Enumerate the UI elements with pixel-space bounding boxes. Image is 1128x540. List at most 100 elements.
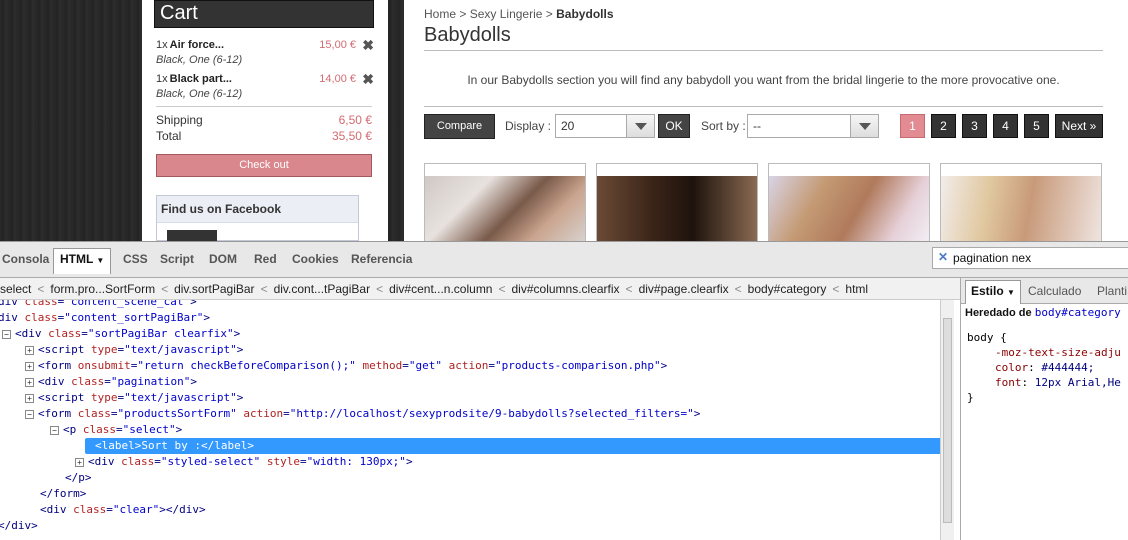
chevron-down-icon[interactable]: ▼	[96, 256, 104, 265]
tab-calculado[interactable]: Calculado	[1028, 284, 1081, 298]
page-2-button[interactable]: 2	[931, 114, 956, 138]
collapse-icon[interactable]: −	[50, 426, 59, 435]
remove-item-icon[interactable]: ✖	[360, 72, 374, 86]
facebook-thumbnail	[167, 230, 217, 241]
total-label: Total	[156, 129, 182, 143]
ok-button[interactable]: OK	[658, 114, 690, 138]
page-3-button[interactable]: 3	[962, 114, 987, 138]
sortby-label: Sort by :	[701, 119, 746, 133]
expand-icon[interactable]: +	[25, 362, 34, 371]
divider	[424, 50, 1103, 51]
checkout-button[interactable]: Check out	[156, 154, 372, 177]
path-item[interactable]: html	[845, 282, 868, 296]
css-property[interactable]: -moz-text-size-adju	[967, 345, 1121, 360]
tree-node[interactable]: + <div class="pagination">	[25, 374, 197, 390]
path-item[interactable]: select	[0, 282, 31, 296]
product-image[interactable]	[425, 176, 585, 241]
expand-icon[interactable]: +	[25, 394, 34, 403]
breadcrumb-sep: >	[459, 7, 467, 21]
tree-scrollbar[interactable]	[940, 300, 954, 540]
path-item[interactable]: div#columns.clearfix	[512, 282, 620, 296]
display-value: 20	[561, 119, 575, 133]
shipping-row: Shipping 6,50 €	[156, 113, 372, 127]
cart-item-name[interactable]: Black part...	[170, 73, 312, 85]
chevron-down-icon[interactable]	[850, 115, 878, 137]
compare-button[interactable]: Compare	[424, 114, 495, 139]
display-label: Display :	[505, 119, 552, 133]
collapse-icon[interactable]: −	[2, 330, 11, 339]
expand-icon[interactable]: +	[25, 378, 34, 387]
tree-node[interactable]: </p>	[50, 470, 92, 486]
product-image[interactable]	[941, 176, 1101, 241]
search-value: pagination nex	[953, 251, 1032, 265]
css-property[interactable]: color: #444444;	[967, 360, 1121, 375]
tab-script[interactable]: Script	[160, 252, 194, 266]
tree-node[interactable]: − <div class="sortPagiBar clearfix">	[2, 326, 240, 342]
tree-node[interactable]: + <form onsubmit="return checkBeforeCompa…	[25, 358, 667, 374]
tree-node[interactable]: + <script type="text/javascript">	[25, 342, 243, 358]
path-item[interactable]: div#page.clearfix	[639, 282, 729, 296]
tab-plantilla[interactable]: Planti	[1097, 284, 1127, 298]
breadcrumb-category[interactable]: Sexy Lingerie	[470, 7, 543, 21]
tree-node[interactable]: <div class="clear"></div>	[25, 502, 206, 518]
product-image[interactable]	[597, 176, 757, 241]
expand-icon[interactable]: +	[75, 458, 84, 467]
scrollbar-thumb[interactable]	[943, 318, 952, 523]
product-card[interactable]	[596, 163, 758, 241]
html-tree: div class="content_scene_cat"> div class=…	[0, 300, 940, 540]
expand-icon[interactable]: +	[25, 346, 34, 355]
tab-estilo[interactable]: Estilo ▼	[965, 280, 1021, 304]
chevron-down-icon[interactable]: ▼	[1007, 288, 1015, 297]
cart-item: 1x Air force... 15,00 € ✖ Black, One (6-…	[156, 38, 374, 66]
path-item[interactable]: body#category	[748, 282, 827, 296]
css-selector[interactable]: body {	[967, 330, 1121, 345]
path-item[interactable]: div.cont...tPagiBar	[274, 282, 371, 296]
cart-title: Cart	[154, 0, 374, 28]
product-card[interactable]	[768, 163, 930, 241]
path-item[interactable]: div#cent...n.column	[389, 282, 492, 296]
next-page-button[interactable]: Next »	[1055, 114, 1103, 138]
tree-node[interactable]: div class="content_sortPagiBar">	[0, 310, 210, 326]
tab-dom[interactable]: DOM	[209, 252, 237, 266]
tree-node[interactable]: + <script type="text/javascript">	[25, 390, 243, 406]
product-card[interactable]	[424, 163, 586, 241]
css-property[interactable]: font: 12px Arial,He	[967, 375, 1121, 390]
product-image[interactable]	[769, 176, 929, 241]
tree-node[interactable]: − <form class="productsSortForm" action="…	[25, 406, 700, 422]
inherited-ref-link[interactable]: body#category	[1035, 306, 1121, 319]
path-item[interactable]: div.sortPagiBar	[174, 282, 254, 296]
tab-html[interactable]: HTML ▼	[53, 248, 112, 274]
product-card[interactable]	[940, 163, 1102, 241]
tree-node[interactable]: div class="content_scene_cat">	[0, 300, 197, 310]
tab-consola[interactable]: Consola	[2, 252, 49, 266]
page-5-button[interactable]: 5	[1024, 114, 1049, 138]
cart-item-name[interactable]: Air force...	[170, 39, 312, 51]
collapse-icon[interactable]: −	[25, 410, 34, 419]
inherited-from: Heredado de body#category	[965, 306, 1121, 319]
search-input[interactable]: ✕ pagination nex	[932, 247, 1128, 269]
remove-item-icon[interactable]: ✖	[360, 38, 374, 52]
cart-item-variant: Black, One (6-12)	[156, 54, 243, 66]
tree-node[interactable]: </form>	[25, 486, 86, 502]
selected-tree-node[interactable]: <label>Sort by :</label>	[85, 438, 940, 454]
breadcrumb: Home > Sexy Lingerie > Babydolls	[424, 7, 614, 21]
web-page-viewport: Cart 1x Air force... 15,00 € ✖ Black, On…	[0, 0, 1128, 241]
path-item[interactable]: form.pro...SortForm	[50, 282, 155, 296]
sortby-select[interactable]: --	[747, 114, 879, 138]
style-side-panel: Estilo ▼ Calculado Planti Heredado de bo…	[960, 278, 1128, 540]
tree-node[interactable]: − <p class="select">	[50, 422, 182, 438]
inherited-label: Heredado de	[965, 307, 1032, 319]
page-4-button[interactable]: 4	[993, 114, 1018, 138]
tab-referencia[interactable]: Referencia	[351, 252, 412, 266]
tab-cookies[interactable]: Cookies	[292, 252, 339, 266]
tab-css[interactable]: CSS	[123, 252, 148, 266]
display-select[interactable]: 20	[555, 114, 655, 138]
breadcrumb-home[interactable]: Home	[424, 7, 456, 21]
page-title: Babydolls	[424, 24, 511, 46]
tab-red[interactable]: Red	[254, 252, 277, 266]
chevron-down-icon[interactable]	[626, 115, 654, 137]
page-1-button[interactable]: 1	[900, 114, 925, 138]
tree-node[interactable]: + <div class="styled-select" style="width…	[75, 454, 413, 470]
clear-search-icon[interactable]: ✕	[938, 250, 948, 264]
tree-node[interactable]: </div>	[0, 518, 38, 534]
